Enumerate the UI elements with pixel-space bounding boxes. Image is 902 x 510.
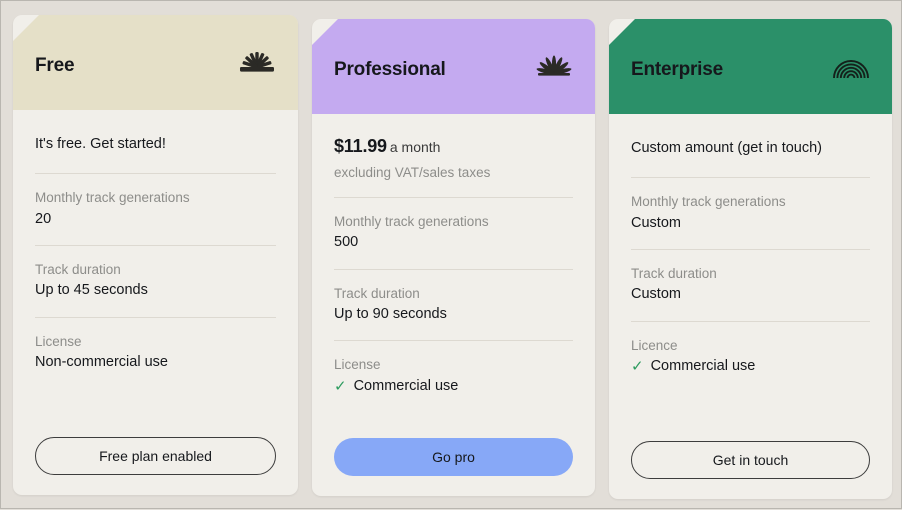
free-plan-enabled-button[interactable]: Free plan enabled [35, 437, 276, 475]
check-icon: ✓ [631, 358, 644, 376]
pricing-cards-container: Free It's free. Get started! Monthly tra… [1, 1, 902, 510]
card-header-enterprise: Enterprise [609, 19, 892, 114]
feature-value-text: Custom [631, 286, 681, 303]
plan-title-professional: Professional [334, 59, 446, 80]
card-body-free: It's free. Get started! Monthly track ge… [13, 110, 298, 495]
feature-value: ✓ Commercial use [334, 377, 573, 397]
card-body-enterprise: Custom amount (get in touch) Monthly tra… [609, 114, 892, 499]
feature-value: 500 [334, 233, 573, 253]
plan-headline-free: It's free. Get started! [35, 136, 166, 152]
feature-row: Monthly track generations Custom [631, 178, 870, 249]
feature-value-text: 20 [35, 210, 52, 227]
feature-value-text: Commercial use [650, 358, 756, 375]
pricing-card-enterprise[interactable]: Enterprise Custom amount (get in touch) [609, 19, 892, 499]
feature-value-text: 500 [334, 234, 359, 250]
feature-value-text: Custom [631, 214, 681, 231]
feature-row: License Non-commercial use [35, 318, 276, 389]
feature-label: Track duration [35, 262, 121, 278]
headline-row-free: It's free. Get started! [35, 110, 276, 173]
concentric-arcs-icon [833, 59, 869, 78]
fan-petals-icon [536, 55, 572, 76]
headline-row-enterprise: Custom amount (get in touch) [631, 114, 870, 177]
price-amount: $11.99 [334, 136, 387, 156]
feature-row: Track duration Up to 90 seconds [334, 270, 573, 341]
feature-value-text: Up to 45 seconds [35, 282, 148, 299]
feature-label: License [35, 333, 82, 349]
price-note: excluding VAT/sales taxes [334, 164, 491, 180]
feature-value: 20 [35, 210, 276, 230]
sunburst-icon [240, 51, 274, 72]
feature-row: Monthly track generations 500 [334, 198, 573, 269]
plan-title-enterprise: Enterprise [631, 59, 723, 80]
card-body-professional: $11.99 a month excluding VAT/sales taxes … [312, 114, 595, 496]
feature-value-text: Up to 90 seconds [334, 305, 447, 322]
card-header-professional: Professional [312, 19, 595, 114]
feature-label: Monthly track generations [334, 213, 489, 229]
pricing-page-frame: Free It's free. Get started! Monthly tra… [0, 0, 902, 509]
get-in-touch-button[interactable]: Get in touch [631, 441, 870, 479]
cta-wrap: Get in touch [631, 427, 870, 499]
feature-row: Track duration Up to 45 seconds [35, 246, 276, 317]
price-line: $11.99 a month [334, 136, 573, 158]
feature-row: Track duration Custom [631, 250, 870, 321]
feature-label: License [334, 357, 381, 373]
plan-title-free: Free [35, 55, 75, 76]
pricing-card-professional[interactable]: Professional $11.99 a month excluding VA… [312, 19, 595, 496]
feature-value: Non-commercial use [35, 353, 276, 373]
headline-row-professional: $11.99 a month excluding VAT/sales taxes [334, 114, 573, 197]
feature-value: Up to 45 seconds [35, 281, 276, 301]
feature-value: ✓ Commercial use [631, 357, 870, 377]
feature-row: Monthly track generations 20 [35, 174, 276, 245]
feature-value: Custom [631, 285, 870, 305]
cta-wrap: Free plan enabled [35, 423, 276, 495]
pricing-card-free[interactable]: Free It's free. Get started! Monthly tra… [13, 15, 298, 495]
plan-headline-enterprise: Custom amount (get in touch) [631, 140, 823, 156]
feature-label: Licence [631, 337, 678, 353]
feature-value-text: Commercial use [353, 377, 459, 394]
feature-row: Licence ✓ Commercial use [631, 322, 870, 393]
feature-value: Up to 90 seconds [334, 305, 573, 325]
go-pro-button[interactable]: Go pro [334, 438, 573, 476]
check-icon: ✓ [334, 377, 347, 395]
feature-label: Monthly track generations [35, 190, 190, 206]
card-header-free: Free [13, 15, 298, 110]
feature-value-text: Non-commercial use [35, 354, 168, 371]
price-period: a month [389, 139, 441, 155]
feature-label: Track duration [631, 266, 717, 282]
cta-wrap: Go pro [334, 424, 573, 496]
feature-label: Monthly track generations [631, 194, 786, 210]
feature-value: Custom [631, 214, 870, 234]
feature-label: Track duration [334, 285, 420, 301]
feature-row: License ✓ Commercial use [334, 341, 573, 412]
